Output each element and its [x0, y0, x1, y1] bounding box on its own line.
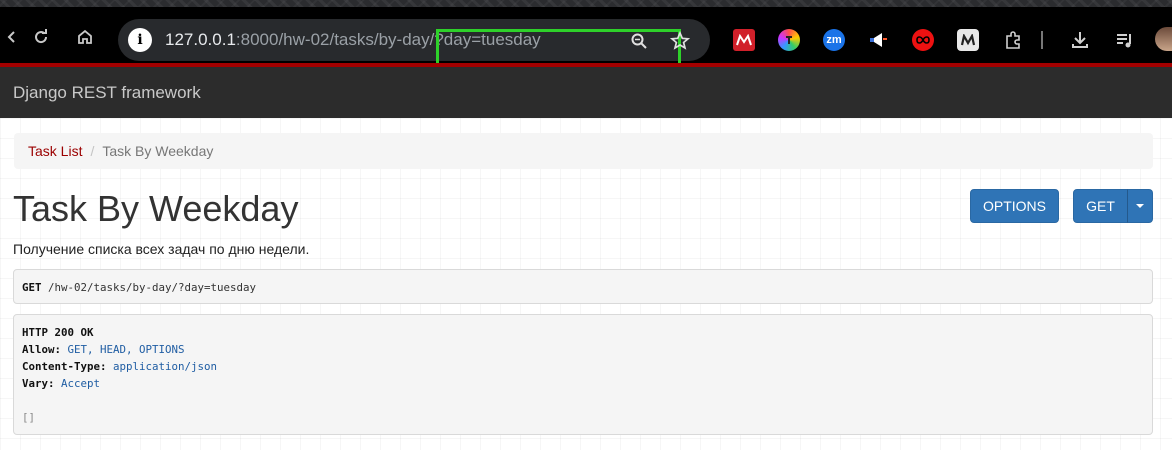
response-status: HTTP 200 OK — [22, 326, 94, 339]
response-info: HTTP 200 OK Allow: GET, HEAD, OPTIONS Co… — [13, 314, 1153, 435]
request-info: GET /hw-02/tasks/by-day/?day=tuesday — [13, 269, 1153, 304]
header-vary-name: Vary: — [22, 377, 55, 390]
request-method: GET — [22, 281, 42, 294]
site-info-icon[interactable]: i — [128, 28, 152, 52]
bookmark-star-icon[interactable] — [669, 30, 691, 52]
navbar-brand[interactable]: Django REST framework — [13, 83, 201, 103]
back-icon[interactable] — [0, 25, 24, 49]
navbar: Django REST framework — [0, 67, 1172, 118]
header-vary-value: Accept — [61, 377, 101, 390]
avatar[interactable] — [1155, 27, 1172, 51]
breadcrumb-separator: / — [90, 143, 95, 159]
breadcrumb-item-task-by-weekday: Task By Weekday — [102, 143, 214, 159]
browser-toolbar: i 127.0.0.1:8000/hw-02/tasks/by-day/?day… — [0, 7, 1172, 64]
address-bar[interactable]: i 127.0.0.1:8000/hw-02/tasks/by-day/?day… — [118, 19, 710, 64]
breadcrumb-item-task-list[interactable]: Task List — [28, 143, 82, 159]
main-content: Task List / Task By Weekday Task By Weekda… — [0, 118, 1172, 450]
infinity-extension-icon[interactable] — [912, 29, 934, 51]
extensions-icon[interactable] — [1002, 29, 1024, 51]
get-format-dropdown[interactable] — [1127, 189, 1153, 223]
page-description: Получение списка всех задач по дню недел… — [13, 241, 310, 257]
caret-down-icon — [1136, 204, 1144, 208]
toolbar-divider — [1040, 29, 1044, 51]
response-body: [] — [22, 411, 36, 424]
reading-list-icon[interactable] — [1114, 29, 1136, 51]
options-button[interactable]: OPTIONS — [970, 189, 1059, 223]
zoom-extension-icon[interactable]: zm — [823, 29, 845, 51]
page-title: Task By Weekday — [13, 188, 299, 229]
get-button[interactable]: GET — [1073, 189, 1128, 223]
request-path[interactable]: /hw-02/tasks/by-day/?day=tuesday — [48, 281, 256, 294]
header-content-type-name: Content-Type: — [22, 360, 107, 373]
download-icon[interactable] — [1069, 29, 1091, 51]
breadcrumb: Task List / Task By Weekday — [14, 133, 1153, 169]
reload-icon[interactable] — [29, 25, 53, 49]
header-content-type-value: application/json — [113, 360, 218, 373]
megaphone-extension-icon[interactable] — [867, 29, 889, 51]
header-allow-value: GET, HEAD, OPTIONS — [67, 343, 185, 356]
home-icon[interactable] — [73, 25, 97, 49]
color-extension-icon[interactable] — [778, 29, 800, 51]
header-allow-name: Allow: — [22, 343, 62, 356]
browser-chrome: i 127.0.0.1:8000/hw-02/tasks/by-day/?day… — [0, 0, 1172, 64]
m-extension-icon[interactable] — [957, 29, 979, 51]
zoom-icon[interactable] — [628, 30, 650, 52]
mendeley-extension-icon[interactable] — [733, 29, 755, 51]
